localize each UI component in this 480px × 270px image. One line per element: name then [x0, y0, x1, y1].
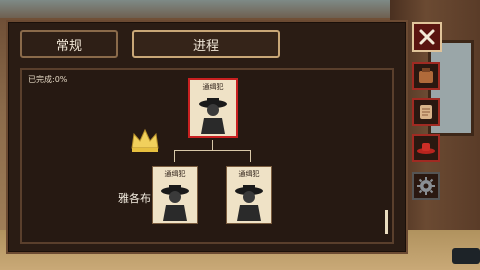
close-icon — [419, 29, 435, 45]
connector-line — [212, 140, 213, 150]
inventory-button[interactable] — [412, 62, 440, 90]
connector-line — [250, 150, 251, 162]
scroll-icon — [420, 105, 432, 119]
settings-button[interactable] — [412, 172, 440, 200]
status-badge — [452, 248, 480, 264]
cowboy-hat-icon — [417, 143, 435, 154]
poster-title: 通缉犯 — [238, 170, 260, 178]
tab-progress[interactable]: 进程 — [132, 30, 280, 58]
progress-tree: 已完成:0% #8 雅各布·威尔逊 通缉犯 通缉犯 — [20, 68, 394, 244]
outlaw-portrait-icon — [161, 185, 189, 221]
poster-title: 通缉犯 — [164, 170, 186, 178]
outfit-button[interactable] — [412, 134, 440, 162]
wanted-poster[interactable]: 通缉犯 — [152, 166, 198, 224]
connector-line — [174, 150, 250, 151]
scrollbar[interactable] — [385, 210, 388, 234]
journal-button[interactable] — [412, 98, 440, 126]
completion-label: 已完成:0% — [28, 75, 68, 84]
tab-normal[interactable]: 常规 — [20, 30, 118, 58]
progress-panel: 常规 进程 已完成:0% #8 雅各布·威尔逊 通缉犯 通缉犯 — [6, 20, 408, 254]
gear-icon — [417, 177, 435, 195]
poster-title: 通缉犯 — [202, 83, 224, 91]
boss-wanted-poster[interactable]: 通缉犯 — [188, 78, 238, 138]
backpack-icon — [419, 68, 433, 83]
outlaw-portrait-icon — [199, 98, 227, 134]
wanted-poster[interactable]: 通缉犯 — [226, 166, 272, 224]
connector-line — [174, 150, 175, 162]
close-button[interactable] — [412, 22, 442, 52]
crown-icon — [131, 128, 159, 152]
outlaw-portrait-icon — [235, 185, 263, 221]
